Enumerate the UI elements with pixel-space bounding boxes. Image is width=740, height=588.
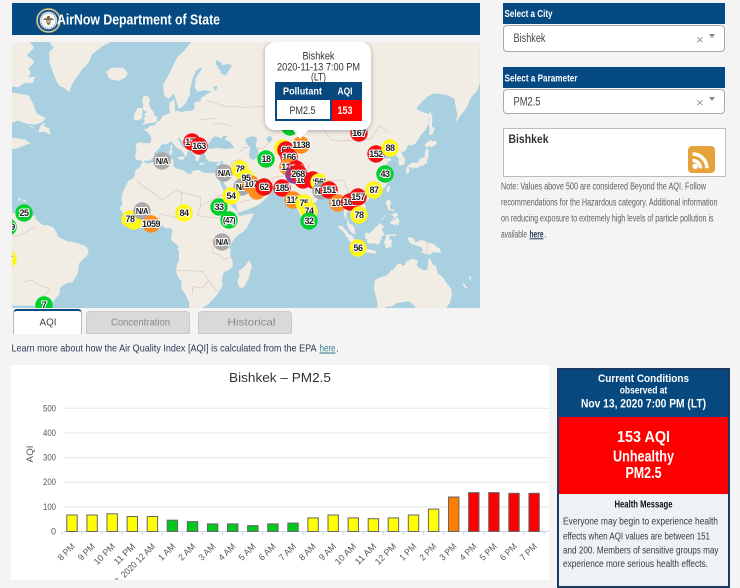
svg-text:100: 100 bbox=[43, 502, 56, 512]
svg-text:N/A: N/A bbox=[216, 238, 229, 247]
svg-text:available: available bbox=[501, 229, 527, 240]
svg-text:4 AM: 4 AM bbox=[216, 541, 237, 562]
svg-text:recommendations for the Hazard: recommendations for the Hazardous catego… bbox=[501, 198, 718, 209]
svg-text:3 AM: 3 AM bbox=[196, 541, 217, 562]
svg-text:10 PM: 10 PM bbox=[92, 541, 117, 566]
svg-text:185: 185 bbox=[275, 183, 289, 193]
svg-text:N/A: N/A bbox=[218, 169, 231, 178]
svg-text:3 PM: 3 PM bbox=[437, 541, 458, 562]
svg-text:18: 18 bbox=[261, 154, 271, 164]
svg-text:N/A: N/A bbox=[136, 207, 149, 216]
svg-text:2 AM: 2 AM bbox=[176, 541, 197, 562]
svg-text:7: 7 bbox=[42, 300, 47, 308]
svg-text:62: 62 bbox=[259, 182, 269, 192]
svg-text:32: 32 bbox=[304, 216, 314, 226]
svg-text:43: 43 bbox=[380, 169, 390, 179]
svg-text:25: 25 bbox=[19, 208, 29, 218]
svg-text:400: 400 bbox=[43, 428, 56, 438]
svg-text:56: 56 bbox=[353, 243, 363, 253]
svg-text:149: 149 bbox=[12, 222, 15, 232]
svg-text:54: 54 bbox=[226, 191, 236, 201]
svg-text:87: 87 bbox=[369, 185, 379, 195]
svg-text:7 PM: 7 PM bbox=[518, 541, 539, 562]
svg-text:95: 95 bbox=[241, 173, 251, 183]
svg-text:6 AM: 6 AM bbox=[257, 541, 278, 562]
svg-text:on reducing exposure to extrem: on reducing exposure to extremely high l… bbox=[501, 214, 714, 225]
svg-text:1059: 1059 bbox=[142, 219, 161, 229]
svg-text:78: 78 bbox=[354, 210, 364, 220]
svg-text:7 AM: 7 AM bbox=[277, 541, 298, 562]
svg-text:Note: Values above 500 are con: Note: Values above 500 are considered Be… bbox=[501, 181, 707, 192]
svg-text:5 AM: 5 AM bbox=[237, 541, 258, 562]
svg-text:(47): (47) bbox=[223, 216, 236, 225]
svg-text:10 AM: 10 AM bbox=[333, 541, 358, 566]
svg-text:12 PM: 12 PM bbox=[373, 541, 398, 566]
svg-text:200: 200 bbox=[43, 477, 56, 487]
svg-text:300: 300 bbox=[43, 453, 56, 463]
svg-text:Learn more about how the Air Q: Learn more about how the Air Quality Ind… bbox=[12, 343, 317, 355]
svg-text:8 AM: 8 AM bbox=[297, 541, 318, 562]
svg-text:84: 84 bbox=[179, 208, 189, 218]
svg-text:151: 151 bbox=[322, 185, 336, 195]
svg-text:2 PM: 2 PM bbox=[417, 541, 438, 562]
svg-text:.: . bbox=[544, 229, 547, 240]
svg-text:1 PM: 1 PM bbox=[397, 541, 418, 562]
svg-text:4 PM: 4 PM bbox=[458, 541, 479, 562]
svg-text:here: here bbox=[530, 229, 544, 240]
svg-text:AQI: AQI bbox=[25, 446, 35, 463]
svg-text:here: here bbox=[320, 343, 336, 355]
svg-text:500: 500 bbox=[43, 403, 56, 413]
svg-text:88: 88 bbox=[385, 143, 395, 153]
svg-text:157: 157 bbox=[351, 192, 365, 202]
svg-text:N/A: N/A bbox=[156, 157, 169, 166]
svg-text:11 AM: 11 AM bbox=[353, 541, 378, 566]
svg-text:33: 33 bbox=[214, 202, 224, 212]
svg-text:5 PM: 5 PM bbox=[478, 541, 499, 562]
svg-text:1138: 1138 bbox=[292, 140, 310, 150]
svg-text:8 PM: 8 PM bbox=[56, 541, 77, 562]
svg-text:Bishkek – PM2.5: Bishkek – PM2.5 bbox=[229, 370, 331, 385]
svg-text:152: 152 bbox=[369, 149, 383, 159]
svg-text:78: 78 bbox=[125, 214, 135, 224]
svg-text:268: 268 bbox=[291, 169, 305, 179]
svg-text:1 AM: 1 AM bbox=[156, 541, 177, 562]
svg-text:163: 163 bbox=[192, 141, 206, 151]
svg-text:.: . bbox=[336, 343, 339, 355]
svg-text:6 PM: 6 PM bbox=[498, 541, 519, 562]
svg-text:0: 0 bbox=[51, 527, 56, 537]
